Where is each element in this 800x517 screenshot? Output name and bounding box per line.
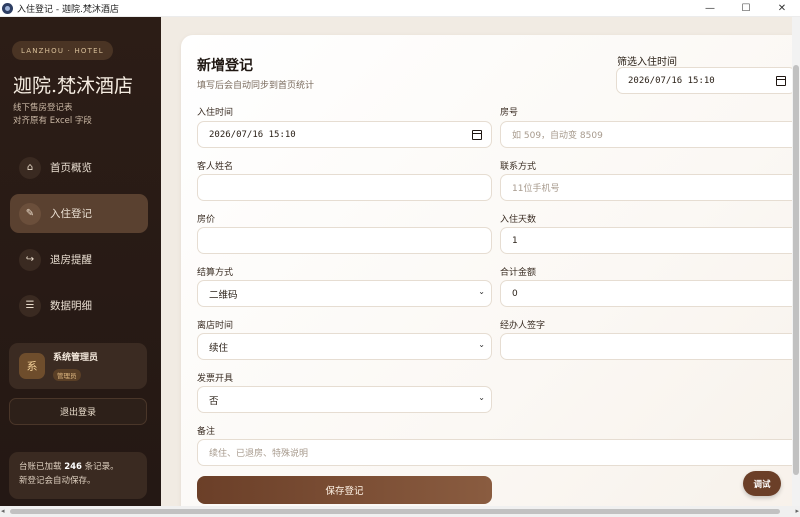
page-title: 新增登记 [197,58,253,74]
new-registration-form: 新增登记 填写后会自动同步到首页统计 筛选入住时间 2026/07/16 15:… [181,35,800,506]
sidebar: LANZHOU · HOTEL 迦院.梵沐酒店 线下售房登记表 对齐原有 Exc… [0,17,161,506]
pen-icon: ✎ [19,202,41,225]
horizontal-scrollbar-thumb[interactable] [10,509,780,514]
stay-days-input[interactable]: 1 [500,227,800,254]
filter-checkin-label: 筛选入住时间 [617,57,677,68]
horizontal-scrollbar[interactable]: ◂ ▸ [0,506,800,517]
invoice-select[interactable]: 否 ⌄ [197,386,492,413]
filter-checkin-value: 2026/07/16 15:10 [628,75,715,86]
window-title: 入住登记 - 迦院.梵沐酒店 [17,4,119,15]
sidebar-item-checkin[interactable]: ✎ 入住登记 [10,194,148,233]
window-titlebar: 入住登记 - 迦院.梵沐酒店 — ☐ ✕ [0,0,800,17]
payment-method-label: 结算方式 [197,268,234,278]
checkout-time-value: 续住 [209,342,229,354]
app-icon [2,2,13,14]
sidebar-item-checkout-reminder[interactable]: ↪ 退房提醒 [10,240,148,279]
total-amount-input[interactable]: 0 [500,280,800,307]
invoice-label: 发票开具 [197,374,234,384]
ledger-status-prefix: 台账已加载 [19,462,65,472]
stay-days-label: 入住天数 [500,215,537,225]
checkin-time-value: 2026/07/16 15:10 [209,129,296,140]
remarks-input[interactable]: 续住、已退房、特殊说明 [197,439,800,466]
vertical-scrollbar[interactable] [792,17,800,506]
avatar: 系 [19,353,45,379]
chevron-down-icon: ⌄ [478,393,485,402]
user-info: 系统管理员 管理员 [53,350,98,382]
logout-button[interactable]: 退出登录 [9,398,147,425]
hotel-subtitle: 线下售房登记表 对齐原有 Excel 字段 [13,102,92,128]
ledger-record-count: 246 [64,462,82,472]
room-number-input[interactable]: 如 509，自动变 8509 [500,121,800,148]
hotel-subtitle-line1: 线下售房登记表 [13,103,73,113]
sidebar-item-label: 首页概览 [50,162,92,174]
room-number-label: 房号 [500,108,519,118]
total-amount-label: 合计金额 [500,268,537,278]
ledger-status-line2: 新登记会自动保存。 [19,476,96,486]
return-arrow-icon: ↪ [19,248,41,271]
calendar-icon[interactable] [776,76,786,86]
checkin-time-input[interactable]: 2026/07/16 15:10 [197,121,492,148]
handler-signature-input[interactable] [500,333,800,360]
home-icon: ⌂ [19,156,41,179]
debug-button[interactable]: 调试 [743,471,781,496]
payment-method-value: 二维码 [209,289,238,301]
ledger-status-note: 台账已加载 246 条记录。 新登记会自动保存。 [9,452,147,499]
guest-name-label: 客人姓名 [197,162,234,172]
sidebar-item-label: 数据明细 [50,300,92,312]
ledger-status-line1: 台账已加载 246 条记录。 [19,460,137,474]
payment-method-select[interactable]: 二维码 ⌄ [197,280,492,307]
contact-phone-input[interactable]: 11位手机号 [500,174,800,201]
minimize-button[interactable]: — [692,0,728,17]
ledger-status-suffix: 条记录。 [81,462,119,472]
room-price-label: 房价 [197,215,216,225]
checkin-time-label: 入住时间 [197,108,234,118]
scroll-left-icon[interactable]: ◂ [1,507,5,515]
vertical-scrollbar-thumb[interactable] [793,65,799,475]
hotel-name: 迦院.梵沐酒店 [13,75,134,97]
handler-signature-label: 经办人签字 [500,321,546,331]
chevron-down-icon: ⌄ [478,287,485,296]
scroll-right-icon[interactable]: ▸ [795,507,799,515]
filter-checkin-input[interactable]: 2026/07/16 15:10 [616,67,796,94]
sidebar-item-overview[interactable]: ⌂ 首页概览 [10,148,148,187]
checkout-time-select[interactable]: 续住 ⌄ [197,333,492,360]
page-subtitle: 填写后会自动同步到首页统计 [197,81,315,91]
main-content: 新增登记 填写后会自动同步到首页统计 筛选入住时间 2026/07/16 15:… [161,17,800,506]
chevron-down-icon: ⌄ [478,340,485,349]
checkout-time-label: 离店时间 [197,321,234,331]
sidebar-item-data-details[interactable]: ☰ 数据明细 [10,286,148,325]
sidebar-item-label: 入住登记 [50,208,92,220]
user-card: 系 系统管理员 管理员 [9,343,147,389]
user-name: 系统管理员 [53,353,99,363]
remarks-label: 备注 [197,427,216,437]
hotel-subtitle-line2: 对齐原有 Excel 字段 [13,116,92,126]
user-role-badge: 管理员 [53,369,81,381]
maximize-button[interactable]: ☐ [728,0,764,17]
calendar-icon[interactable] [472,130,482,140]
invoice-value: 否 [209,395,219,407]
save-button[interactable]: 保存登记 [197,476,492,504]
contact-label: 联系方式 [500,162,537,172]
guest-name-input[interactable] [197,174,492,201]
room-price-input[interactable] [197,227,492,254]
brand-tag: LANZHOU · HOTEL [12,41,113,60]
close-button[interactable]: ✕ [764,0,800,17]
window-controls: — ☐ ✕ [692,0,800,17]
sidebar-item-label: 退房提醒 [50,254,92,266]
list-icon: ☰ [19,294,41,317]
